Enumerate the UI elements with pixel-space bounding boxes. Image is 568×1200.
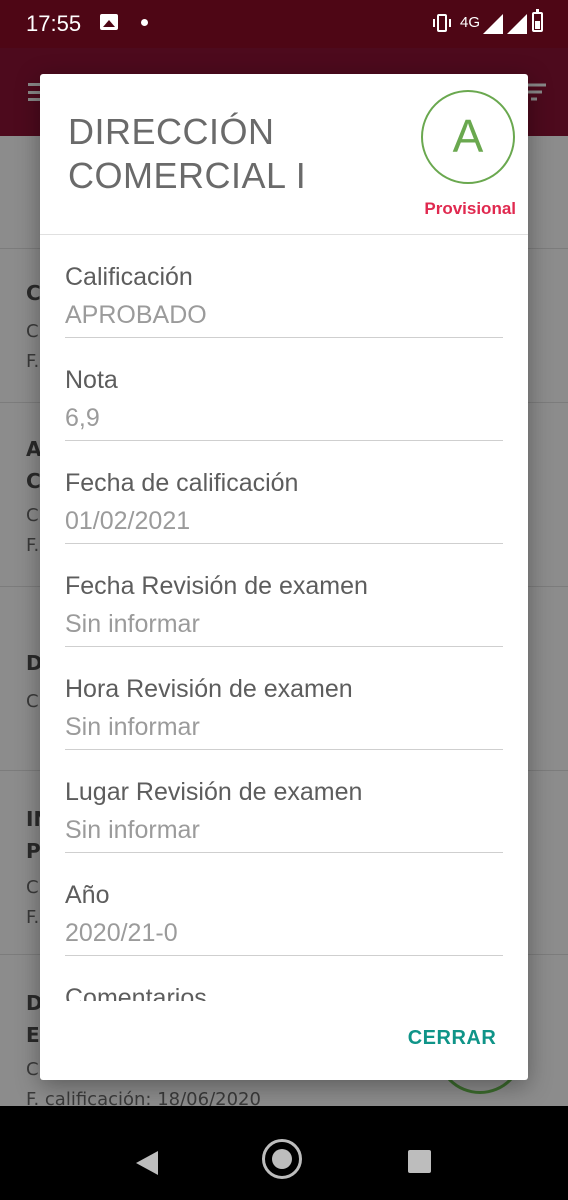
field-value: APROBADO [65,301,207,329]
status-bar: 17:55 4G [0,0,568,48]
grade-badge: A [421,90,515,184]
status-badge: Provisional [424,199,516,218]
field-calificacion: Calificación APROBADO [65,235,503,338]
field-value: 6,9 [65,404,100,432]
field-label: Comentarios [65,984,207,1001]
field-value: Sin informar [65,816,200,844]
field-hora-revision: Hora Revisión de examen Sin informar [65,647,503,750]
home-icon[interactable] [262,1139,302,1179]
field-label: Año [65,881,110,909]
network-type: 4G [460,14,481,31]
signal-off-icon [507,14,527,34]
field-fecha-revision: Fecha Revisión de examen Sin informar [65,544,503,647]
field-lugar-revision: Lugar Revisión de examen Sin informar [65,750,503,853]
field-label: Calificación [65,263,193,291]
field-label: Nota [65,366,118,394]
field-value: 01/02/2021 [65,507,191,535]
vibrate-icon [433,14,451,32]
image-icon [100,14,118,30]
close-button[interactable]: CERRAR [402,1022,502,1054]
field-label: Fecha de calificación [65,469,299,497]
status-time: 17:55 [26,11,82,36]
field-nota: Nota 6,9 [65,338,503,441]
back-icon[interactable] [136,1151,158,1175]
field-label: Hora Revisión de examen [65,675,353,703]
battery-icon [532,9,543,32]
field-value: Sin informar [65,713,200,741]
field-label: Fecha Revisión de examen [65,572,368,600]
grade-detail-dialog: DIRECCIÓN COMERCIAL I A Provisional Cali… [40,74,528,1080]
field-value: 2020/21-0 [65,919,178,947]
dialog-header: DIRECCIÓN COMERCIAL I A Provisional [40,74,528,235]
field-label: Lugar Revisión de examen [65,778,363,806]
dialog-scroll-area[interactable]: Calificación APROBADO Nota 6,9 Fecha de … [40,235,528,1001]
field-value: Sin informar [65,610,200,638]
notification-dot-icon [141,19,148,26]
subject-title: DIRECCIÓN COMERCIAL I [68,111,307,196]
field-comentarios: Comentarios [65,956,503,1001]
recent-apps-icon[interactable] [408,1150,431,1173]
field-anio: Año 2020/21-0 [65,853,503,956]
field-fecha-calificacion: Fecha de calificación 01/02/2021 [65,441,503,544]
signal-icon [483,14,503,34]
